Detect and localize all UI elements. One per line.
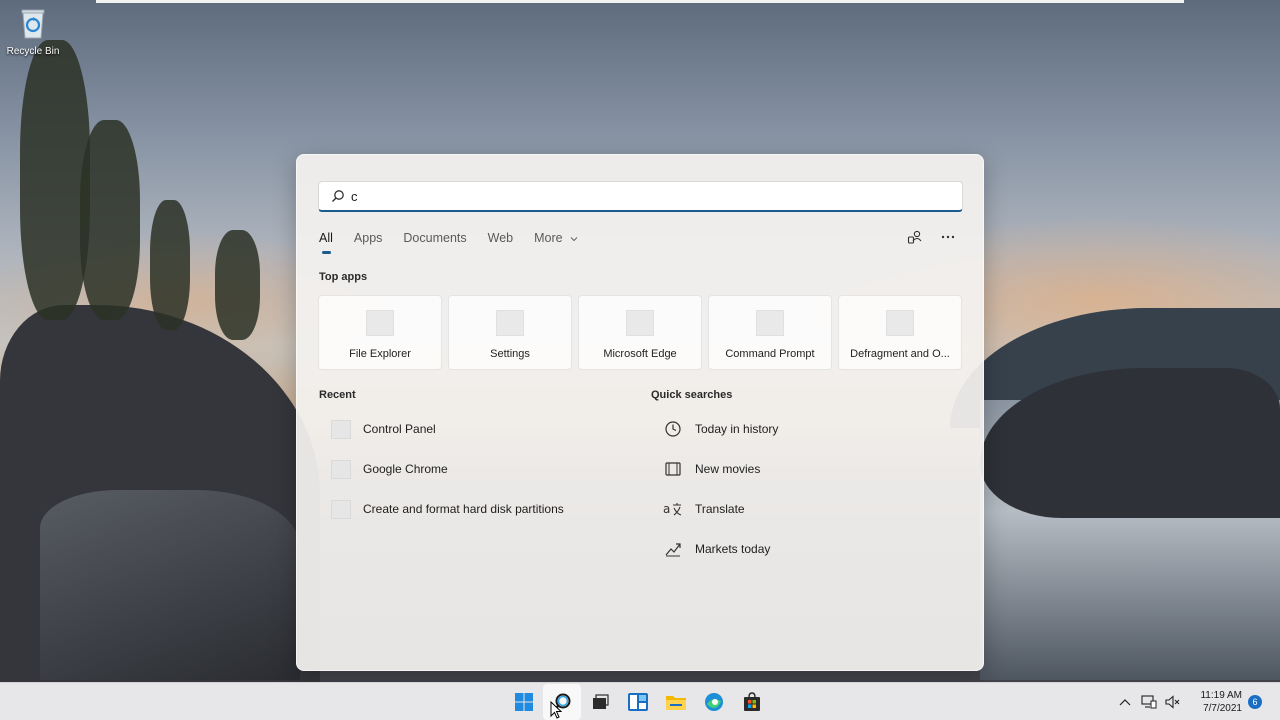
store-button[interactable]: [733, 684, 771, 720]
edge-icon: [705, 693, 723, 711]
edge-button[interactable]: [695, 684, 733, 720]
widgets-icon: [628, 693, 648, 711]
wallpaper-tree: [150, 200, 190, 330]
window-top-edge: [96, 0, 1184, 3]
task-view-button[interactable]: [581, 684, 619, 720]
wallpaper-tree: [80, 120, 140, 320]
list-item-label: Markets today: [695, 542, 771, 556]
volume-button[interactable]: [1162, 691, 1184, 713]
list-item-label: Today in history: [695, 422, 779, 436]
search-input[interactable]: [351, 188, 951, 204]
app-label: Defragment and O...: [850, 348, 950, 360]
clock-time: 11:19 AM: [1200, 690, 1242, 701]
list-item-label: Control Panel: [363, 422, 436, 436]
widgets-button[interactable]: [619, 684, 657, 720]
notification-badge[interactable]: 6: [1248, 695, 1262, 709]
search-panel: All Apps Documents Web More Top apps Fil…: [296, 154, 984, 671]
control-panel-icon: [331, 419, 351, 439]
tab-more[interactable]: More: [534, 231, 578, 245]
wallpaper-tree: [20, 40, 90, 320]
recent-item-google-chrome[interactable]: Google Chrome: [331, 449, 564, 489]
mouse-cursor-icon: [550, 701, 562, 719]
recent-heading: Recent: [319, 389, 356, 401]
list-item-label: New movies: [695, 462, 761, 476]
edge-icon: [626, 310, 654, 336]
wallpaper-rock-front: [40, 490, 300, 680]
chrome-icon: [331, 459, 351, 479]
store-icon: [744, 692, 760, 711]
panel-tools: [907, 229, 955, 245]
tab-web[interactable]: Web: [488, 231, 513, 245]
quick-search-new-movies[interactable]: New movies: [663, 449, 778, 489]
search-icon: [332, 190, 344, 202]
app-label: File Explorer: [349, 348, 411, 360]
tab-all[interactable]: All: [319, 231, 333, 254]
app-tile-file-explorer[interactable]: File Explorer: [318, 295, 442, 370]
chevron-down-icon: [570, 236, 578, 241]
list-item-label: Translate: [695, 502, 745, 516]
clock-date: 7/7/2021: [1203, 703, 1242, 714]
defragment-icon: [886, 310, 914, 336]
network-icon: [1141, 695, 1157, 709]
app-tile-settings[interactable]: Settings: [448, 295, 572, 370]
app-label: Settings: [490, 348, 530, 360]
network-button[interactable]: [1138, 691, 1160, 713]
chevron-up-icon: [1120, 699, 1131, 706]
quick-search-today-in-history[interactable]: Today in history: [663, 409, 778, 449]
app-label: Command Prompt: [725, 348, 815, 360]
recent-item-disk-partitions[interactable]: Create and format hard disk partitions: [331, 489, 564, 529]
top-apps-heading: Top apps: [319, 271, 368, 283]
recycle-bin-icon: [21, 9, 45, 39]
app-tile-defragment[interactable]: Defragment and O...: [838, 295, 962, 370]
tab-apps[interactable]: Apps: [354, 231, 383, 245]
start-icon: [515, 693, 533, 711]
translate-icon: a: [663, 499, 683, 519]
desktop-icon-label: Recycle Bin: [6, 46, 60, 57]
disk-management-icon: [331, 499, 351, 519]
desktop-icon-recycle-bin[interactable]: Recycle Bin: [4, 6, 62, 57]
clock-icon: [663, 419, 683, 439]
app-tile-command-prompt[interactable]: Command Prompt: [708, 295, 832, 370]
tab-documents[interactable]: Documents: [403, 231, 466, 245]
file-explorer-button[interactable]: [657, 684, 695, 720]
command-prompt-icon: [756, 310, 784, 336]
file-explorer-icon: [666, 696, 686, 710]
list-item-label: Create and format hard disk partitions: [363, 502, 564, 516]
app-tile-microsoft-edge[interactable]: Microsoft Edge: [578, 295, 702, 370]
list-item-label: Google Chrome: [363, 462, 448, 476]
quick-search-translate[interactable]: a Translate: [663, 489, 778, 529]
system-tray: 11:19 AM 7/7/2021 6: [1114, 683, 1280, 720]
recent-list: Control Panel Google Chrome Create and f…: [331, 409, 564, 529]
film-icon: [663, 459, 683, 479]
account-switch-icon[interactable]: [907, 229, 923, 245]
file-explorer-icon: [366, 310, 394, 336]
more-options-icon[interactable]: [941, 229, 955, 245]
wallpaper-tree: [215, 230, 260, 340]
tab-more-label: More: [534, 231, 563, 245]
top-apps-row: File Explorer Settings Microsoft Edge Co…: [318, 295, 962, 370]
svg-text:a: a: [663, 502, 670, 516]
search-filter-tabs: All Apps Documents Web More: [319, 231, 599, 254]
recent-item-control-panel[interactable]: Control Panel: [331, 409, 564, 449]
task-view-icon: [593, 694, 609, 709]
settings-icon: [496, 310, 524, 336]
quick-searches-list: Today in history New movies a Translate …: [663, 409, 778, 569]
search-box[interactable]: [318, 181, 963, 212]
clock[interactable]: 11:19 AM 7/7/2021: [1200, 689, 1242, 715]
taskbar-search-button[interactable]: [543, 684, 581, 720]
show-hidden-icons-button[interactable]: [1114, 691, 1136, 713]
taskbar: 11:19 AM 7/7/2021 6: [0, 682, 1280, 720]
volume-muted-icon: [1165, 695, 1180, 709]
quick-searches-heading: Quick searches: [651, 389, 733, 401]
quick-search-markets-today[interactable]: Markets today: [663, 529, 778, 569]
chart-icon: [663, 539, 683, 559]
app-label: Microsoft Edge: [603, 348, 677, 360]
start-button[interactable]: [505, 684, 543, 720]
taskbar-apps: [505, 683, 771, 720]
